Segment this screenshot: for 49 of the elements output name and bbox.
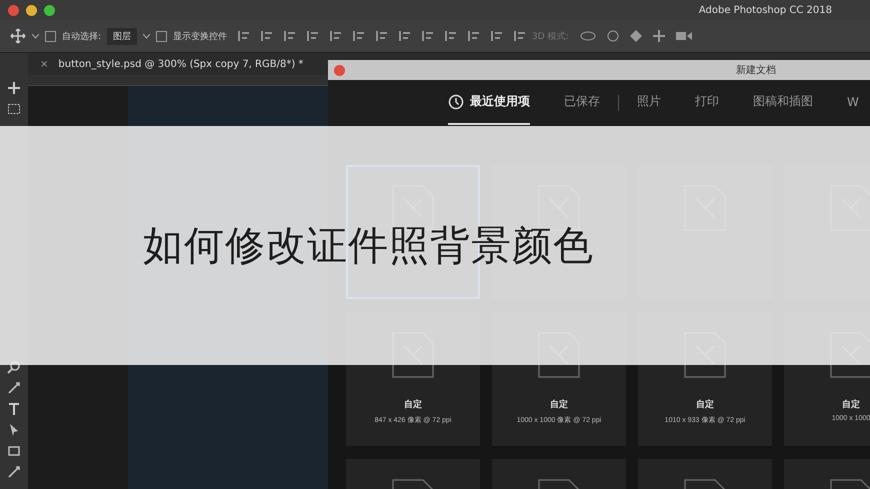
preset-name: 自定 <box>550 398 568 411</box>
preset-name: 自定 <box>404 398 422 411</box>
caret-icon[interactable] <box>143 34 150 38</box>
type-tool-icon[interactable] <box>7 402 21 416</box>
move-tool-icon[interactable] <box>10 28 26 44</box>
close-window-button[interactable] <box>8 4 19 16</box>
video-camera-icon[interactable] <box>676 31 692 41</box>
align-icon[interactable] <box>261 30 274 42</box>
preset-name: 自定 <box>696 398 714 411</box>
dialog-tab[interactable]: 图稿和插图 <box>753 80 813 125</box>
align-icon[interactable] <box>284 30 296 42</box>
align-icon[interactable] <box>514 30 526 42</box>
clock-icon <box>448 94 464 110</box>
marquee-tool-icon[interactable] <box>7 102 21 116</box>
minimize-window-button[interactable] <box>26 4 37 16</box>
align-icon[interactable] <box>399 30 412 42</box>
checkbox[interactable] <box>156 30 168 42</box>
checkbox[interactable] <box>45 30 56 42</box>
align-icon[interactable] <box>376 30 388 42</box>
3d-pan-icon[interactable] <box>630 30 642 42</box>
document-tab[interactable]: button_style.psd @ 300% (Spx copy 7, RGB/8*) * <box>58 58 304 70</box>
dialog-tab[interactable]: W <box>847 80 859 125</box>
dialog-tab[interactable]: 打印 <box>695 80 719 125</box>
3d-mode-label: 3D 模式: <box>532 30 569 42</box>
dialog-tab[interactable]: 照片 <box>637 80 661 125</box>
align-icon[interactable] <box>330 30 342 42</box>
align-icon[interactable] <box>238 30 250 42</box>
auto-select-label: 自动选择: <box>62 30 102 42</box>
window-title: Adobe Photoshop CC 2018 <box>698 4 832 16</box>
align-icon[interactable] <box>445 30 458 42</box>
preset-name: 自定 <box>842 398 860 411</box>
layer-dropdown[interactable]: 图层 <box>107 28 138 44</box>
dialog-tab[interactable]: 已保存 <box>564 80 600 125</box>
align-icon[interactable] <box>353 30 366 42</box>
move-tool-icon[interactable] <box>7 81 21 95</box>
show-transform-label: 显示变换控件 <box>173 30 228 42</box>
banner-title: 如何修改证件照背景颜色 <box>143 222 594 271</box>
3d-roll-icon[interactable] <box>606 30 619 42</box>
3d-slide-icon[interactable] <box>652 30 665 42</box>
align-icon[interactable] <box>491 30 504 42</box>
align-icon[interactable] <box>422 30 434 42</box>
close-tab-button[interactable]: × <box>40 58 48 70</box>
align-icon[interactable] <box>468 30 480 42</box>
shape-tool-icon[interactable] <box>7 444 21 458</box>
zoom-window-button[interactable] <box>44 4 55 16</box>
dialog-title: 新建文档 <box>736 64 776 77</box>
3d-rotate-icon[interactable] <box>580 30 596 42</box>
caret-icon[interactable] <box>32 34 39 38</box>
align-icon[interactable] <box>307 30 320 42</box>
